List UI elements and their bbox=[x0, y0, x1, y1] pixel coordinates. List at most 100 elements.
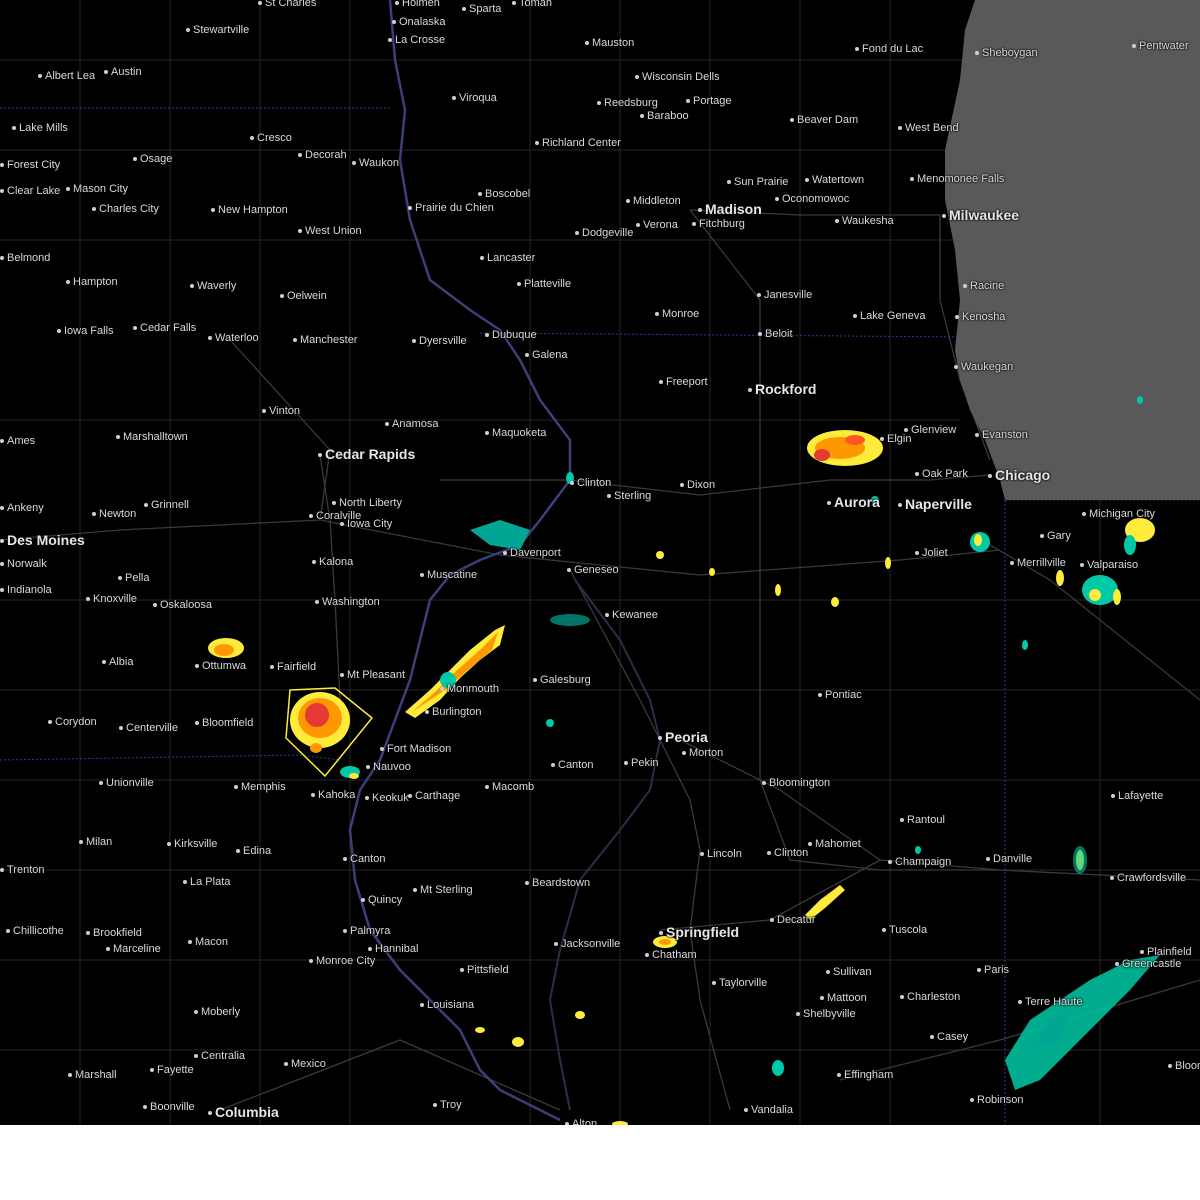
city-dot-icon bbox=[626, 199, 630, 204]
city-label: Lake Geneva bbox=[853, 310, 925, 322]
city-name: Reedsburg bbox=[604, 97, 658, 109]
city-dot-icon bbox=[1110, 876, 1114, 881]
city-label: Lancaster bbox=[480, 252, 535, 264]
city-label: Palmyra bbox=[343, 925, 390, 937]
city-label: Pittsfield bbox=[460, 964, 509, 976]
city-label: Austin bbox=[104, 66, 142, 78]
city-label: Mauston bbox=[585, 37, 634, 49]
city-label: Beardstown bbox=[525, 877, 590, 889]
city-dot-icon bbox=[988, 474, 992, 479]
city-dot-icon bbox=[607, 494, 611, 499]
city-name: Monmouth bbox=[447, 683, 499, 695]
city-name: Macomb bbox=[492, 781, 535, 793]
city-name: Oconomowoc bbox=[782, 193, 850, 205]
city-dot-icon bbox=[796, 1012, 800, 1017]
city-dot-icon bbox=[525, 881, 529, 886]
city-label: West Bend bbox=[898, 122, 959, 134]
city-name: Beardstown bbox=[532, 877, 591, 889]
city-dot-icon bbox=[770, 918, 774, 923]
city-name: Dubuque bbox=[492, 329, 537, 341]
city-name: Hannibal bbox=[375, 943, 419, 955]
city-name: Chillicothe bbox=[13, 925, 64, 937]
city-dot-icon bbox=[775, 197, 779, 202]
city-label: Madison bbox=[698, 201, 762, 217]
city-name: Geneseo bbox=[574, 564, 619, 576]
city-name: Quincy bbox=[368, 894, 403, 906]
city-dot-icon bbox=[686, 99, 690, 104]
city-label: Memphis bbox=[234, 781, 286, 793]
city-name: Kenosha bbox=[962, 311, 1006, 323]
city-label: La Plata bbox=[183, 876, 230, 888]
city-dot-icon bbox=[144, 503, 148, 508]
city-dot-icon bbox=[535, 141, 539, 146]
city-label: Sun Prairie bbox=[727, 176, 788, 188]
city-dot-icon bbox=[767, 851, 771, 856]
city-dot-icon bbox=[485, 785, 489, 790]
city-label: Freeport bbox=[659, 376, 708, 388]
city-dot-icon bbox=[900, 995, 904, 1000]
city-label: Greencastle bbox=[1115, 958, 1181, 970]
city-label: Danville bbox=[986, 853, 1032, 865]
city-dot-icon bbox=[118, 576, 122, 581]
city-label: Oak Park bbox=[915, 468, 968, 480]
city-dot-icon bbox=[888, 860, 892, 865]
city-name: Monroe City bbox=[316, 955, 376, 967]
city-dot-icon bbox=[712, 981, 716, 986]
city-label: Marshalltown bbox=[116, 431, 188, 443]
city-name: Racine bbox=[970, 280, 1005, 292]
city-dot-icon bbox=[597, 101, 601, 106]
city-label: Manchester bbox=[293, 334, 357, 346]
city-label: Osage bbox=[133, 153, 172, 165]
city-label: Platteville bbox=[517, 278, 571, 290]
city-name: Columbia bbox=[215, 1104, 279, 1120]
city-label: Beloit bbox=[758, 328, 793, 340]
city-name: Robinson bbox=[977, 1094, 1024, 1106]
city-label: Oconomowoc bbox=[775, 193, 849, 205]
city-name: Monroe bbox=[662, 308, 700, 320]
city-label: Des Moines bbox=[0, 532, 85, 548]
city-dot-icon bbox=[478, 192, 482, 197]
city-dot-icon bbox=[234, 785, 238, 790]
city-label: Mt Sterling bbox=[413, 884, 473, 896]
city-name: Chicago bbox=[995, 467, 1051, 483]
city-name: Decorah bbox=[305, 149, 347, 161]
city-dot-icon bbox=[954, 365, 958, 370]
city-label: Iowa Falls bbox=[57, 325, 114, 337]
city-dot-icon bbox=[340, 673, 344, 678]
city-label: Lafayette bbox=[1111, 790, 1163, 802]
illinois-river bbox=[548, 579, 662, 1111]
city-label: Verona bbox=[636, 219, 678, 231]
city-dot-icon bbox=[392, 20, 396, 25]
radar-map[interactable]: St Charles Holmen Sparta Tomah Onalaska Stewa… bbox=[0, 0, 1200, 1125]
city-label: Joliet bbox=[915, 547, 948, 559]
city-dot-icon bbox=[298, 229, 302, 234]
city-label: Paris bbox=[977, 964, 1009, 976]
city-dot-icon bbox=[659, 931, 663, 936]
city-name: Ames bbox=[7, 435, 36, 447]
city-label: Albia bbox=[102, 656, 133, 668]
city-name: Sterling bbox=[614, 490, 652, 502]
city-label: Clinton bbox=[767, 847, 808, 859]
city-label: Brookfield bbox=[86, 927, 142, 939]
city-name: Louisiana bbox=[427, 999, 475, 1011]
city-dot-icon bbox=[106, 947, 110, 952]
city-name: Hampton bbox=[73, 276, 118, 288]
city-name: Lancaster bbox=[487, 252, 536, 264]
city-dot-icon bbox=[258, 1, 262, 6]
city-name: Fort Madison bbox=[387, 743, 452, 755]
city-name: Aurora bbox=[834, 494, 880, 510]
city-dot-icon bbox=[805, 178, 809, 183]
city-name: Watertown bbox=[812, 174, 865, 186]
city-name: Springfield bbox=[666, 924, 740, 940]
city-name: Naperville bbox=[905, 496, 972, 512]
city-name: Elgin bbox=[887, 433, 912, 445]
city-label: New Hampton bbox=[211, 204, 288, 216]
city-label: Ottumwa bbox=[195, 660, 246, 672]
city-label: Robinson bbox=[970, 1094, 1023, 1106]
city-dot-icon bbox=[977, 968, 981, 973]
city-name: Merrillville bbox=[1017, 557, 1066, 569]
city-dot-icon bbox=[986, 857, 990, 862]
city-dot-icon bbox=[183, 880, 187, 885]
city-label: Bloomfield bbox=[195, 717, 253, 729]
city-name: Waukegan bbox=[961, 361, 1014, 373]
